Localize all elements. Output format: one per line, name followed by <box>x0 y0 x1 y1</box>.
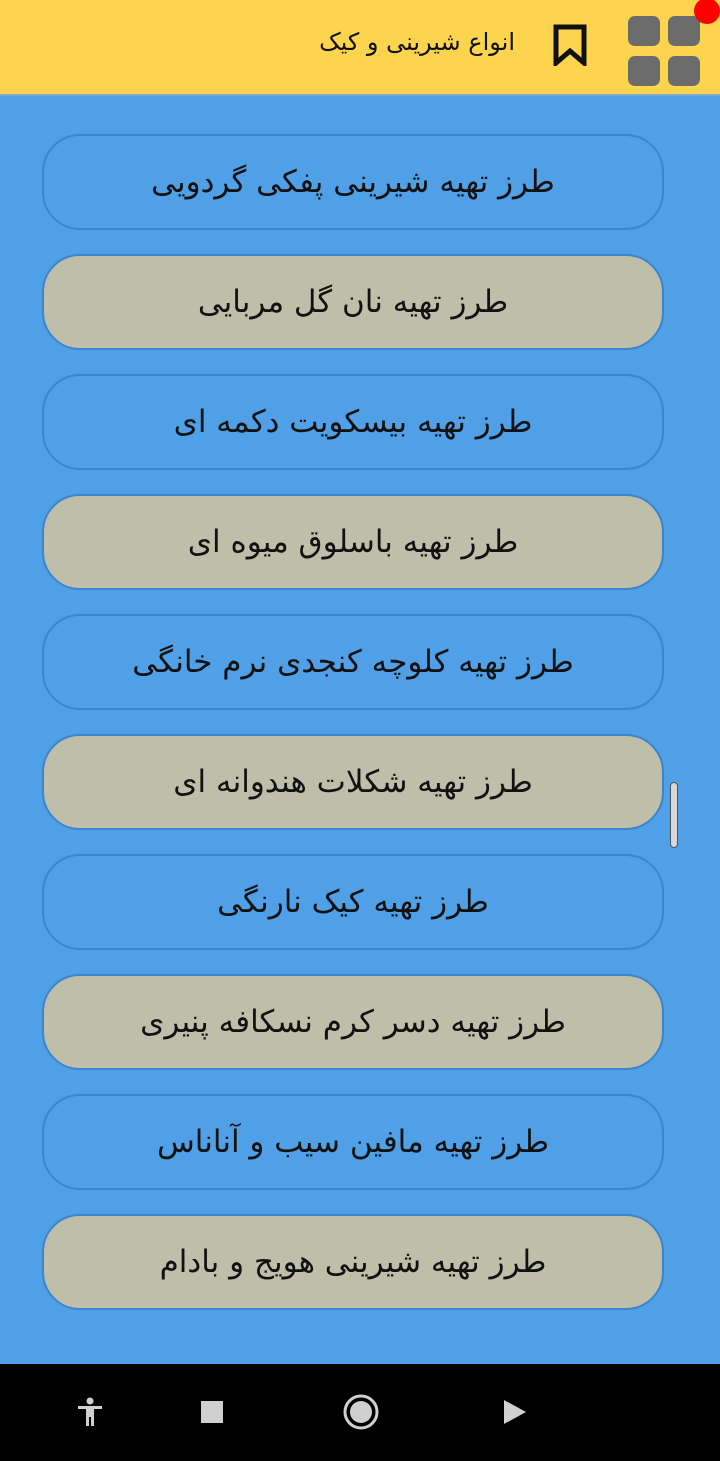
list-item-label: طرز تهیه مافین سیب و آناناس <box>156 1124 550 1160</box>
notification-dot <box>694 0 720 24</box>
list-item-label: طرز تهیه باسلوق میوه ای <box>187 524 519 560</box>
list-item[interactable]: طرز تهیه باسلوق میوه ای <box>42 494 664 590</box>
recipe-list[interactable]: طرز تهیه شیرینی پفکی گردویی طرز تهیه نان… <box>0 96 720 1364</box>
list-item-label: طرز تهیه شیرینی هویج و بادام <box>159 1244 547 1280</box>
list-item[interactable]: طرز تهیه مافین سیب و آناناس <box>42 1094 664 1190</box>
grid-menu-icon[interactable] <box>628 16 702 88</box>
app-header: انواع شیرینی و کیک <box>0 0 720 96</box>
list-item[interactable]: طرز تهیه نان گل مربایی <box>42 254 664 350</box>
home-circle-icon[interactable] <box>341 1392 381 1432</box>
list-item-label: طرز تهیه دسر کرم نسکافه پنیری <box>140 1004 566 1040</box>
list-item[interactable]: طرز تهیه شیرینی پفکی گردویی <box>42 134 664 230</box>
list-item-label: طرز تهیه شکلات هندوانه ای <box>173 764 533 800</box>
list-item-label: طرز تهیه کیک نارنگی <box>217 884 489 920</box>
back-triangle-icon[interactable] <box>494 1392 534 1432</box>
system-nav-bar <box>0 1364 720 1461</box>
list-item[interactable]: طرز تهیه کلوچه کنجدی نرم خانگی <box>42 614 664 710</box>
list-item-label: طرز تهیه کلوچه کنجدی نرم خانگی <box>132 644 574 680</box>
recents-square-icon[interactable] <box>192 1392 232 1432</box>
list-item[interactable]: طرز تهیه شیرینی هویج و بادام <box>42 1214 664 1310</box>
list-item[interactable]: طرز تهیه بیسکویت دکمه ای <box>42 374 664 470</box>
list-item-label: طرز تهیه شیرینی پفکی گردویی <box>151 164 555 200</box>
list-item[interactable]: طرز تهیه کیک نارنگی <box>42 854 664 950</box>
list-item-label: طرز تهیه بیسکویت دکمه ای <box>173 404 533 440</box>
list-item-label: طرز تهیه نان گل مربایی <box>197 284 509 320</box>
bookmark-icon[interactable] <box>552 24 588 69</box>
page-title: انواع شیرینی و کیک <box>319 28 515 56</box>
list-item[interactable]: طرز تهیه شکلات هندوانه ای <box>42 734 664 830</box>
scrollbar-thumb[interactable] <box>670 782 678 848</box>
list-item[interactable]: طرز تهیه دسر کرم نسکافه پنیری <box>42 974 664 1070</box>
accessibility-icon[interactable] <box>70 1392 110 1432</box>
